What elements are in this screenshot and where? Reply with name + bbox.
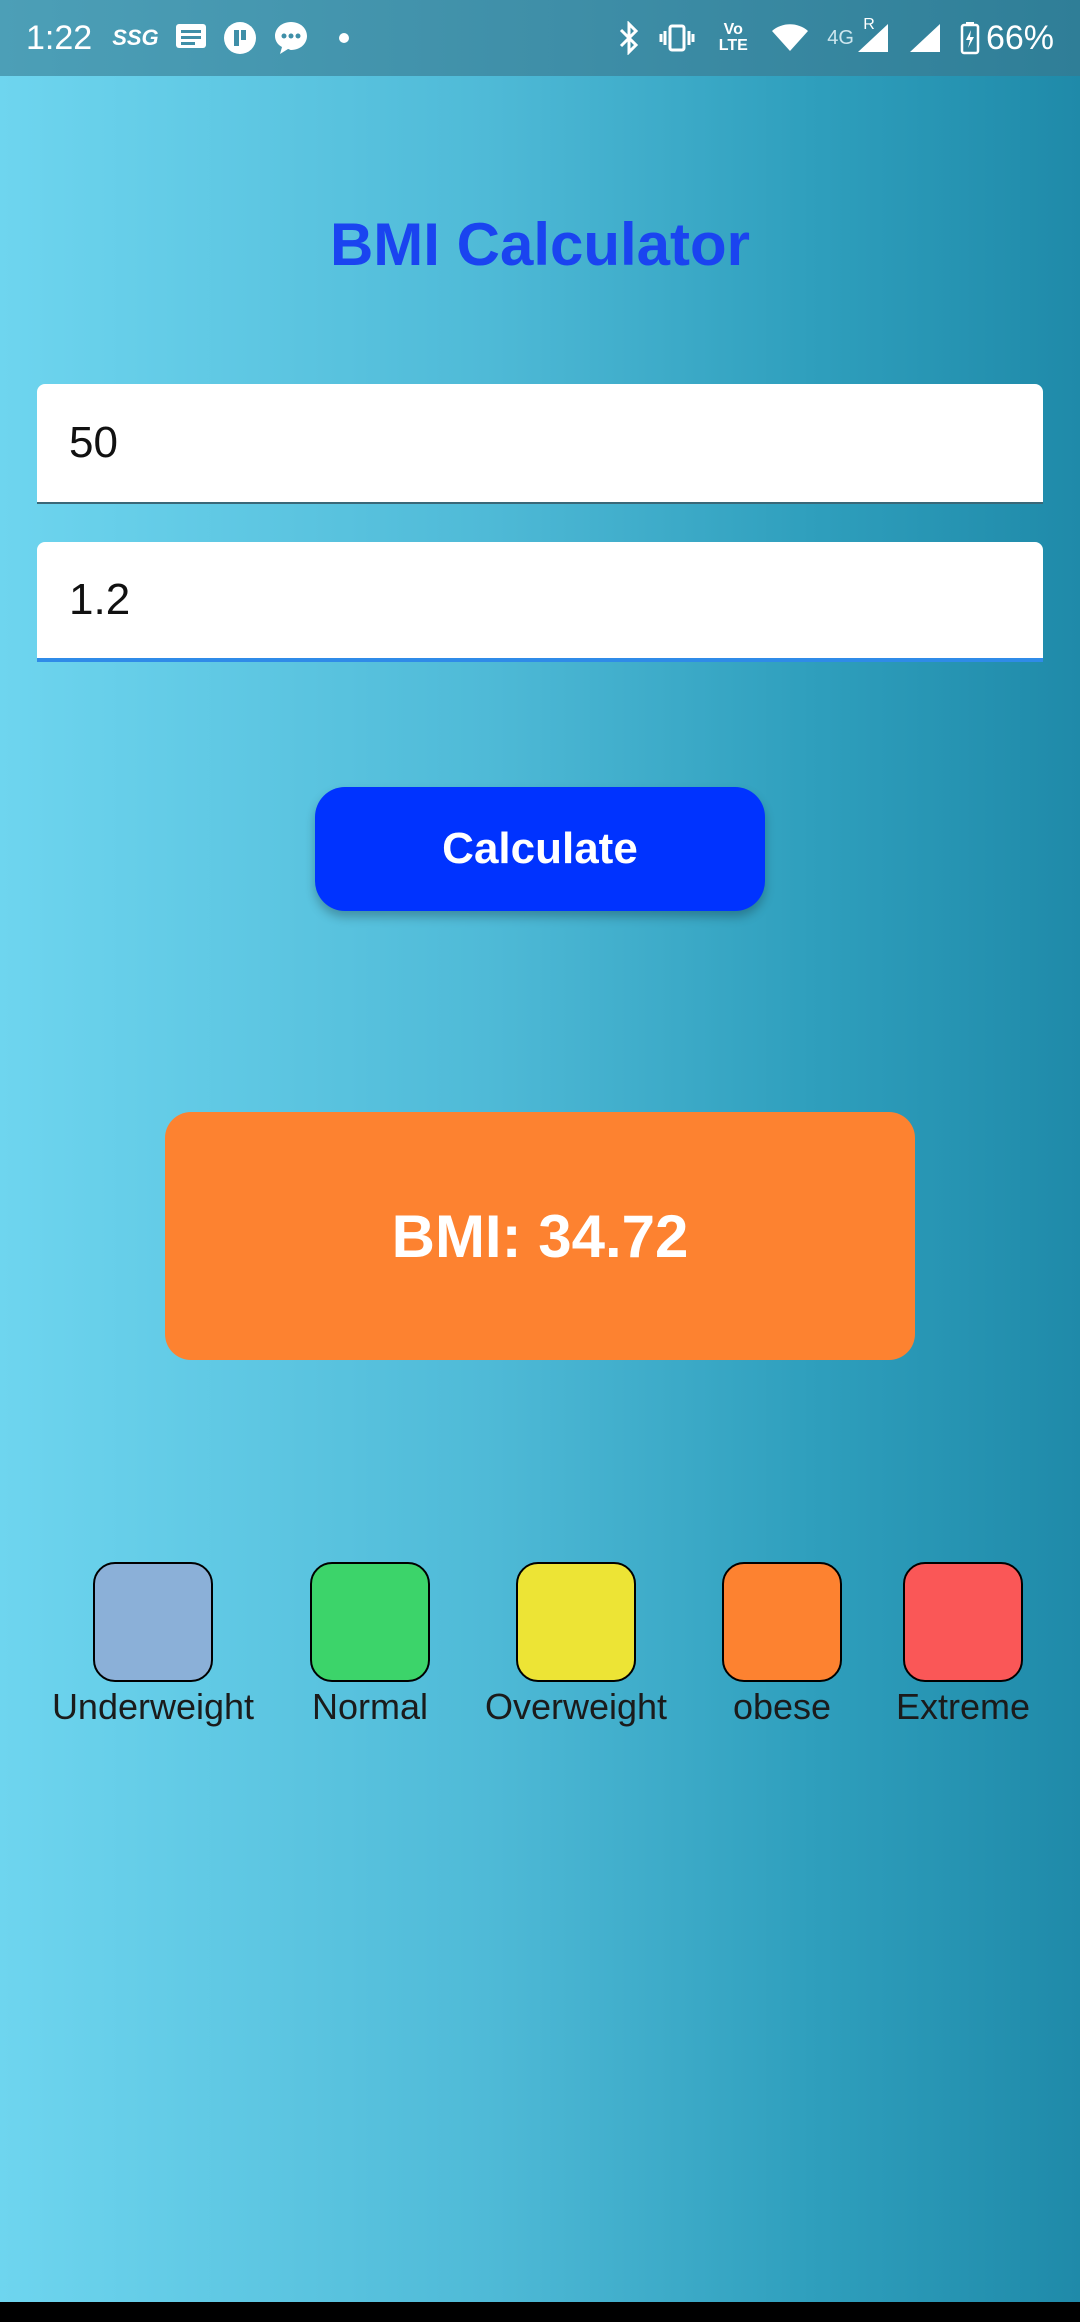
legend-label-overweight: Overweight — [484, 1686, 668, 1727]
chat-bubble-icon — [273, 20, 309, 56]
roaming-label: R — [863, 16, 875, 33]
status-left: 1:22 SSG — [26, 19, 349, 58]
status-right: Vo LTE 4G R 66% — [599, 16, 1054, 58]
weight-input[interactable] — [69, 418, 1011, 468]
height-field[interactable] — [37, 542, 1043, 662]
height-input[interactable] — [69, 575, 1011, 625]
legend-item-extreme: Extreme — [896, 1562, 1030, 1728]
vibrate-icon — [659, 23, 695, 53]
overweight-swatch — [516, 1562, 636, 1682]
battery-percent: 66% — [985, 18, 1054, 57]
legend-item-normal: Normal — [310, 1562, 430, 1728]
network-type-label: 4G — [827, 26, 854, 49]
legend-label-obese: obese — [732, 1686, 832, 1727]
ssg-icon: SSG — [112, 25, 159, 50]
legend-label-extreme: Extreme — [895, 1686, 1031, 1727]
bmi-result-text: BMI: 34.72 — [391, 1202, 689, 1270]
weight-field[interactable] — [37, 384, 1043, 504]
bluetooth-icon — [617, 21, 641, 55]
legend-label-normal: Normal — [311, 1686, 428, 1727]
bmi-legend: Underweight Normal Overweight obese Extr… — [0, 1562, 1080, 1742]
legend-item-overweight: Overweight — [485, 1562, 667, 1728]
extreme-swatch — [903, 1562, 1023, 1682]
app-icon — [223, 21, 257, 55]
legend-label-underweight: Underweight — [51, 1686, 255, 1727]
page-title: BMI Calculator — [329, 211, 751, 278]
calculate-button[interactable]: Calculate — [315, 787, 765, 911]
status-time: 1:22 — [26, 18, 93, 57]
dot-icon — [338, 33, 349, 43]
navigation-bar — [0, 2302, 1080, 2322]
battery-icon — [960, 21, 980, 55]
obese-swatch — [722, 1562, 842, 1682]
wifi-icon — [771, 23, 809, 53]
legend-item-obese: obese — [722, 1562, 842, 1728]
status-bar: 1:22 SSG Vo LTE 4G R 66% — [0, 0, 1080, 76]
bmi-result-card: BMI: 34.72 — [165, 1112, 915, 1360]
underweight-swatch — [93, 1562, 213, 1682]
volte-icon: Vo LTE — [718, 21, 748, 54]
signal-icon — [908, 22, 942, 54]
normal-swatch — [310, 1562, 430, 1682]
message-list-icon — [175, 23, 207, 53]
legend-item-underweight: Underweight — [52, 1562, 254, 1728]
signal-4g-icon: 4G R — [827, 16, 890, 54]
